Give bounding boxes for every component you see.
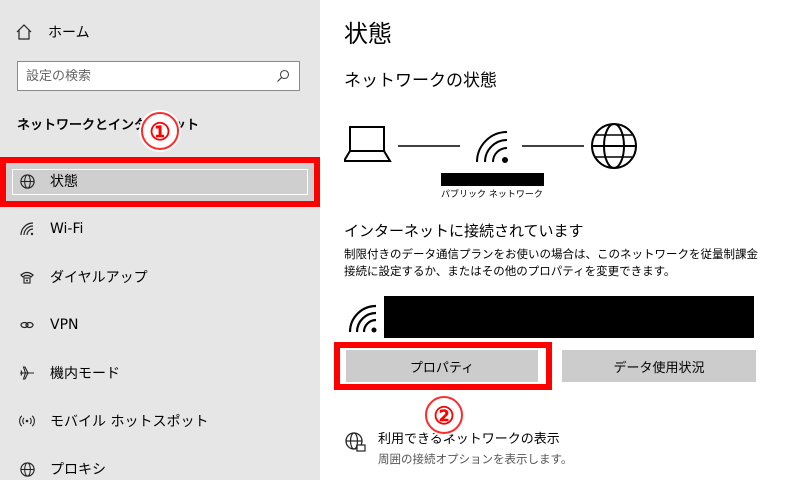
- sidebar-item-label: プロキシ: [50, 462, 106, 478]
- sidebar-item-label: 機内モード: [50, 366, 120, 382]
- home-icon: [14, 22, 34, 42]
- sidebar-item-proxy[interactable]: プロキシ: [0, 445, 320, 480]
- sidebar-item-airplane[interactable]: 機内モード: [0, 349, 320, 397]
- available-networks-desc: 周囲の接続オプションを表示します。: [378, 452, 573, 466]
- main-content: 状態 ネットワークの状態 パブリック ネットワーク インターネットに接続されてい…: [320, 0, 790, 480]
- redacted-network-name: [441, 173, 544, 186]
- hotspot-icon: [18, 412, 36, 430]
- data-usage-button[interactable]: データ使用状況: [562, 350, 756, 382]
- vpn-icon: [18, 316, 36, 334]
- airplane-icon: [18, 364, 36, 382]
- sidebar-item-wifi[interactable]: Wi-Fi: [0, 205, 320, 253]
- home-link[interactable]: ホーム: [14, 20, 90, 44]
- laptop-icon: [344, 126, 392, 162]
- redacted-connection-details: [384, 296, 754, 338]
- sidebar-item-label: 状態: [50, 174, 78, 190]
- phone-icon: [18, 268, 36, 286]
- search-icon[interactable]: [275, 68, 291, 84]
- sidebar-item-label: Wi-Fi: [50, 221, 84, 237]
- home-label: ホーム: [48, 25, 90, 41]
- sidebar-item-label: モバイル ホットスポット: [50, 414, 209, 430]
- annotation-badge-1: ①: [141, 112, 179, 150]
- sidebar-item-hotspot[interactable]: モバイル ホットスポット: [0, 397, 320, 445]
- connection-description: 制限付きのデータ通信プランをお使いの場合は、このネットワークを従量制課金接続に設…: [344, 247, 758, 278]
- globe-icon: [18, 460, 36, 478]
- sidebar-item-vpn[interactable]: VPN: [0, 301, 320, 349]
- wifi-icon: [476, 131, 508, 163]
- available-networks-title: 利用できるネットワークの表示: [378, 432, 560, 447]
- available-networks-text: 利用できるネットワークの表示 周囲の接続オプションを表示します。: [378, 428, 572, 467]
- annotation-badge-2: ②: [425, 396, 463, 434]
- available-networks-link[interactable]: 利用できるネットワークの表示 周囲の接続オプションを表示します。: [344, 428, 572, 467]
- sidebar: ホーム ネットワークとインターネット 状態 Wi-Fi ダイヤルアップ: [0, 0, 320, 480]
- globe-icon: [18, 172, 36, 190]
- sidebar-item-label: ダイヤルアップ: [50, 270, 148, 286]
- search-box[interactable]: [17, 61, 300, 91]
- properties-button[interactable]: プロパティ: [346, 350, 538, 382]
- sidebar-item-dialup[interactable]: ダイヤルアップ: [0, 253, 320, 301]
- connection-status: インターネットに接続されています: [344, 222, 584, 240]
- nav-list: 状態 Wi-Fi ダイヤルアップ VPN 機内モード モバイル ホットスポット …: [0, 157, 320, 480]
- sidebar-item-status[interactable]: 状態: [0, 157, 320, 205]
- globe-icon: [591, 123, 637, 169]
- globe-network-icon: [345, 432, 366, 452]
- network-type-label: パブリック ネットワーク: [441, 190, 543, 200]
- search-input[interactable]: [26, 68, 275, 84]
- network-status-title: ネットワークの状態: [344, 71, 497, 91]
- page-title: 状態: [344, 20, 392, 48]
- wifi-icon: [18, 220, 36, 238]
- wifi-signal-icon: [348, 304, 377, 333]
- sidebar-item-label: VPN: [50, 317, 79, 333]
